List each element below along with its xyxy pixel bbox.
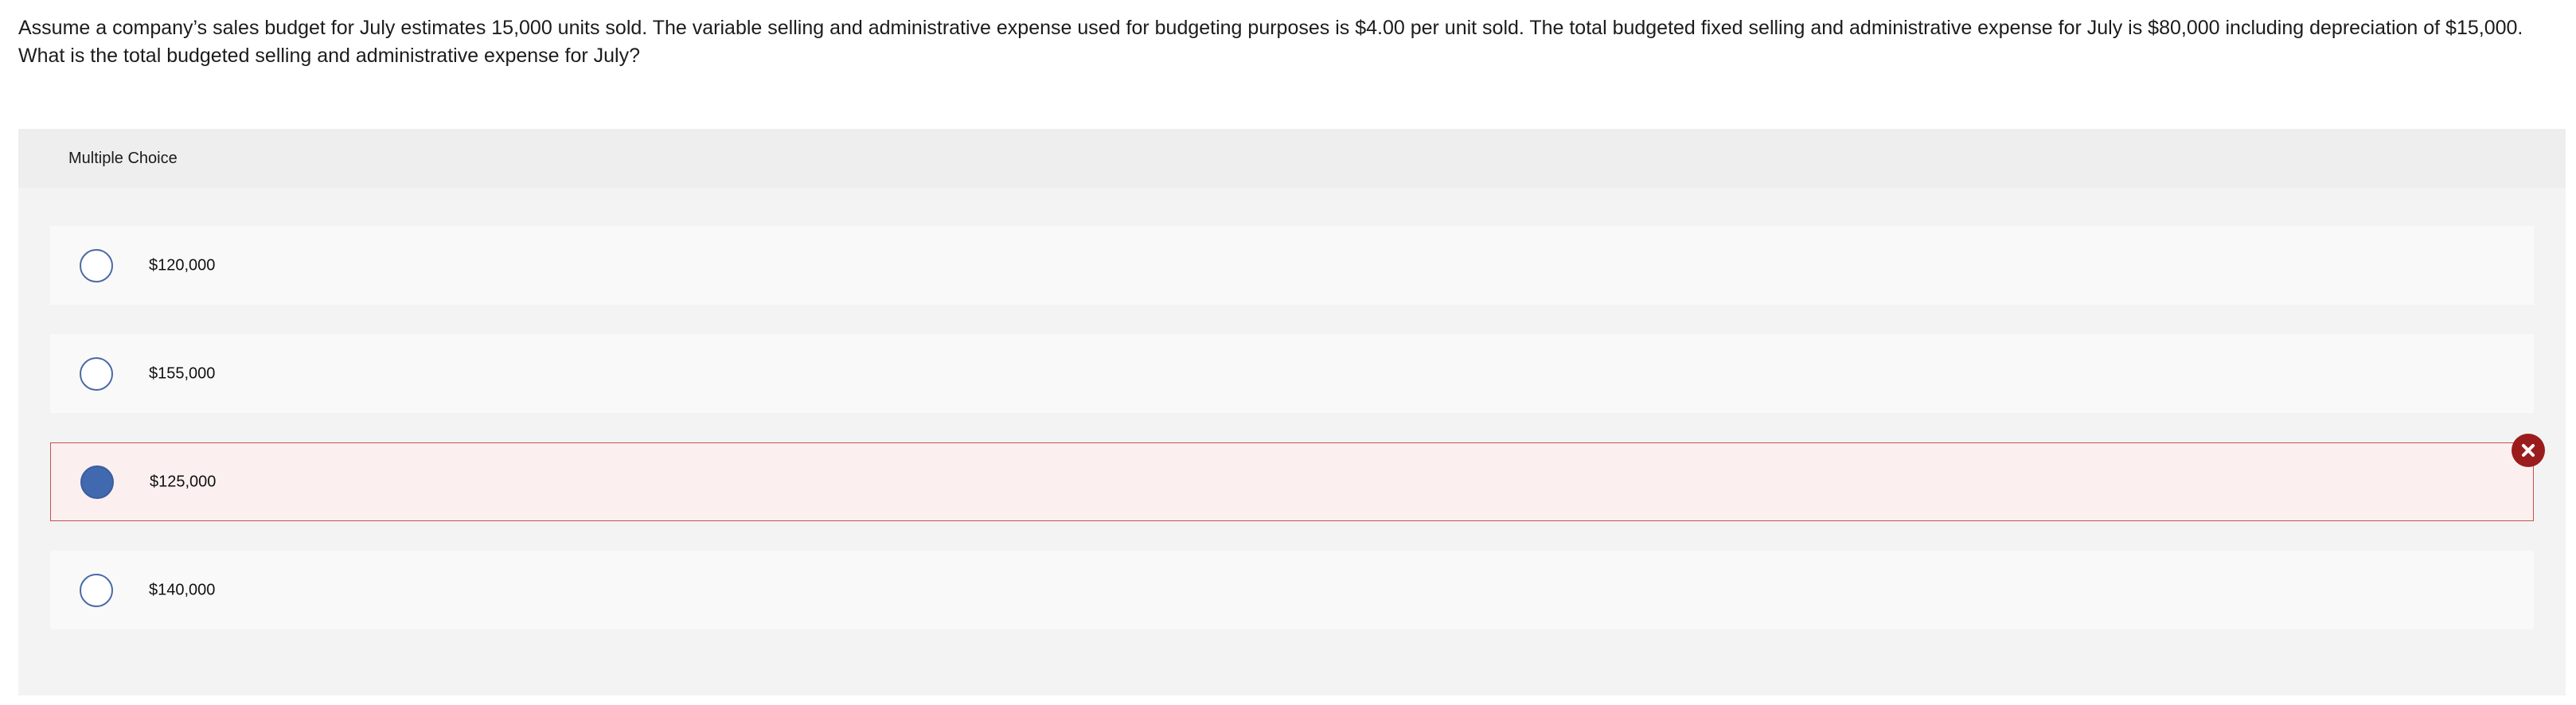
radio-button[interactable] bbox=[80, 356, 113, 391]
x-circle-icon bbox=[2512, 434, 2545, 467]
radio-button-selected[interactable] bbox=[80, 465, 114, 499]
multiple-choice-panel: Multiple Choice $120,000 $155,000 $125,0… bbox=[18, 129, 2566, 695]
radio-button[interactable] bbox=[80, 248, 113, 282]
panel-header: Multiple Choice bbox=[18, 129, 2566, 188]
option-label: $140,000 bbox=[149, 581, 216, 598]
option-4[interactable]: $140,000 bbox=[50, 551, 2534, 629]
option-3[interactable]: $125,000 bbox=[50, 442, 2534, 521]
option-label: $125,000 bbox=[150, 473, 217, 490]
option-label: $155,000 bbox=[149, 364, 216, 382]
radio-button[interactable] bbox=[80, 573, 113, 607]
question-text: Assume a company’s sales budget for July… bbox=[18, 17, 2523, 67]
option-2[interactable]: $155,000 bbox=[50, 334, 2534, 413]
option-label: $120,000 bbox=[149, 256, 216, 274]
option-1[interactable]: $120,000 bbox=[50, 226, 2534, 305]
